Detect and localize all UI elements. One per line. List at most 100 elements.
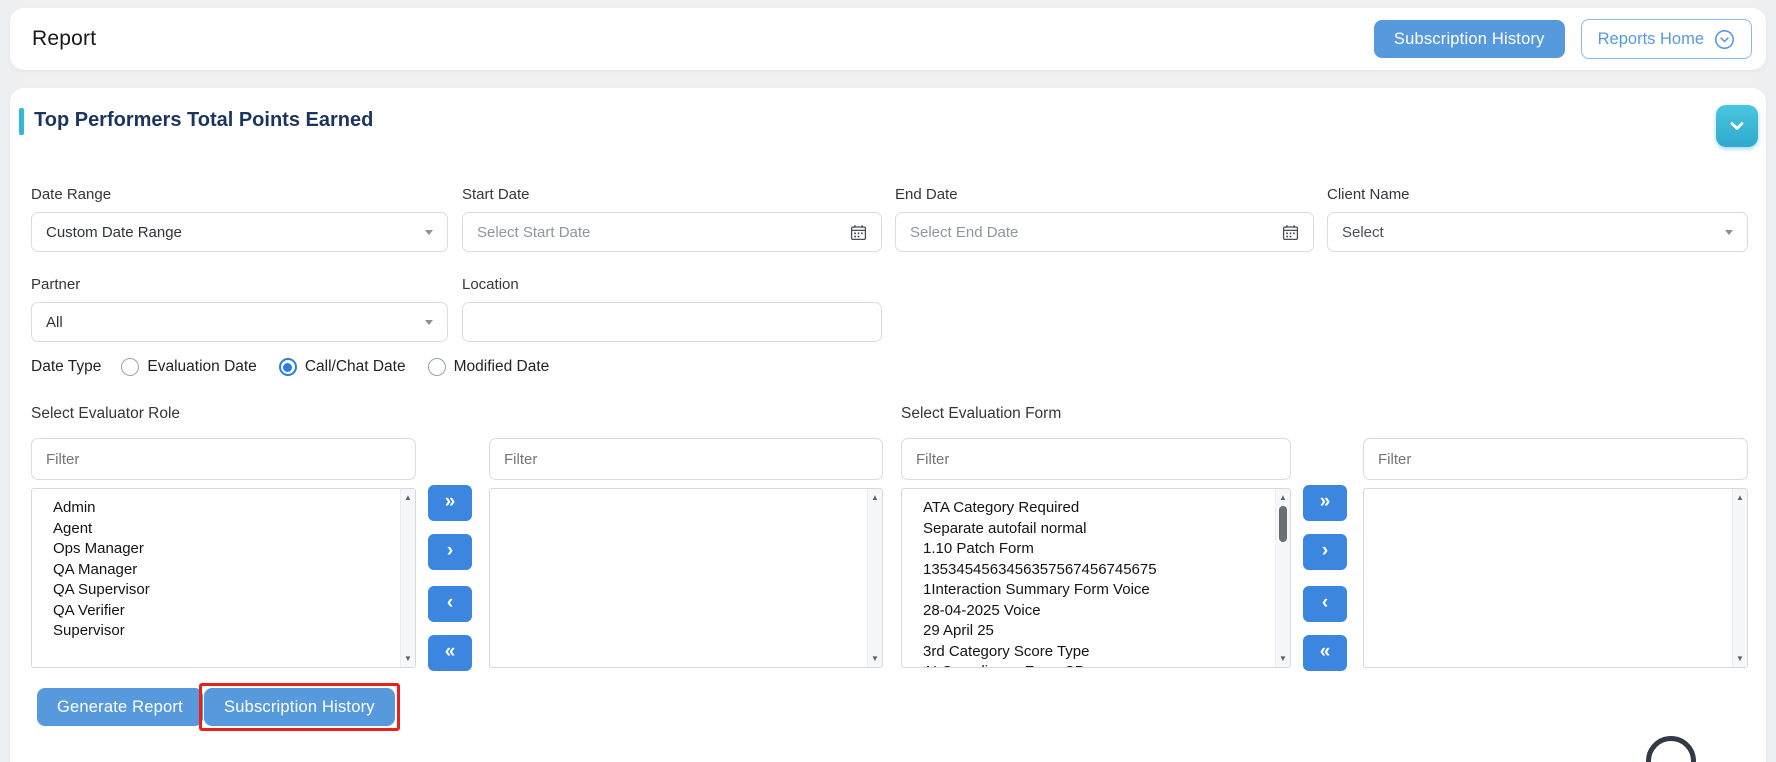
date-type-radio[interactable]: Evaluation Date (121, 358, 256, 376)
date-type-options: Evaluation Date Call/Chat Date Modified … (121, 358, 549, 376)
start-date-input[interactable] (462, 212, 882, 252)
start-date-label: Start Date (462, 186, 530, 203)
generate-report-button[interactable]: Generate Report (37, 688, 203, 726)
list-item[interactable]: Agent (53, 519, 395, 540)
radio-label: Call/Chat Date (305, 358, 406, 376)
scrollbar[interactable]: ▲ ▼ (1275, 489, 1290, 667)
chevron-down-icon (1728, 117, 1746, 135)
transfer-button[interactable]: ‹ (428, 586, 472, 622)
scrollbar-thumb[interactable] (1279, 506, 1287, 542)
location-text-input[interactable] (477, 303, 867, 341)
transfer-button[interactable]: « (1303, 635, 1347, 671)
calendar-icon[interactable] (850, 224, 867, 241)
location-input[interactable] (462, 302, 882, 342)
radio-circle-icon (279, 358, 297, 376)
report-filter-panel: Top Performers Total Points Earned Date … (10, 88, 1766, 762)
radio-circle-icon (428, 358, 446, 376)
transfer-button[interactable]: › (1303, 534, 1347, 570)
scrollbar[interactable]: ▲ ▼ (400, 489, 415, 667)
scrollbar-up-icon[interactable]: ▲ (1276, 493, 1290, 502)
evaluator-role-selected-filter-input[interactable] (489, 438, 883, 480)
list-item[interactable]: ATA Category Required (923, 498, 1270, 519)
collapse-panel-button[interactable] (1716, 105, 1758, 147)
chevron-down-icon (1725, 230, 1733, 235)
date-type-radio[interactable]: Call/Chat Date (279, 358, 406, 376)
radio-circle-icon (121, 358, 139, 376)
partner-select[interactable]: All (31, 302, 448, 342)
evaluator-role-available-list[interactable]: AdminAgentOps ManagerQA ManagerQA Superv… (31, 488, 416, 668)
end-date-label: End Date (895, 186, 958, 203)
evaluation-form-transfer-buttons: » › ‹ « (1303, 485, 1347, 671)
partial-circle-widget[interactable] (1646, 736, 1696, 762)
evaluator-role-filter-input[interactable] (31, 438, 416, 480)
client-name-select[interactable]: Select (1327, 212, 1748, 252)
page-title: Report (32, 27, 96, 51)
evaluation-form-filter-input[interactable] (901, 438, 1291, 480)
scrollbar-down-icon[interactable]: ▼ (401, 654, 415, 663)
end-date-input[interactable] (895, 212, 1314, 252)
scrollbar-up-icon[interactable]: ▲ (1733, 493, 1747, 502)
evaluator-role-transfer-buttons: » › ‹ « (428, 485, 472, 671)
date-type-radio[interactable]: Modified Date (428, 358, 550, 376)
date-type-row: Date Type Evaluation Date Call/Chat Date… (31, 358, 549, 376)
chevron-down-icon (425, 230, 433, 235)
chevron-down-circle-icon (1714, 29, 1735, 50)
chevron-down-icon (425, 320, 433, 325)
list-item[interactable]: 3rd Category Score Type (923, 642, 1270, 663)
list-item[interactable]: Separate autofail normal (923, 519, 1270, 540)
date-range-select[interactable]: Custom Date Range (31, 212, 448, 252)
highlight-red-box: Subscription History (199, 683, 400, 731)
partner-value: All (46, 314, 417, 331)
list-item[interactable]: 1Interaction Summary Form Voice (923, 580, 1270, 601)
transfer-button[interactable]: ‹ (1303, 586, 1347, 622)
radio-label: Evaluation Date (147, 358, 256, 376)
list-item[interactable]: Admin (53, 498, 395, 519)
reports-home-label: Reports Home (1598, 30, 1704, 49)
evaluator-role-selected-list[interactable]: ▲ ▼ (489, 488, 883, 668)
date-range-label: Date Range (31, 186, 111, 203)
evaluator-role-label: Select Evaluator Role (31, 405, 180, 423)
reports-home-button[interactable]: Reports Home (1581, 19, 1752, 59)
list-item[interactable]: Ops Manager (53, 539, 395, 560)
list-item[interactable]: 1.10 Patch Form (923, 539, 1270, 560)
start-date-text-input[interactable] (477, 213, 850, 251)
transfer-button[interactable]: « (428, 635, 472, 671)
evaluation-form-label: Select Evaluation Form (901, 405, 1061, 423)
list-item[interactable]: 1353454563456357567456745675 (923, 560, 1270, 581)
transfer-button[interactable]: » (428, 485, 472, 521)
evaluation-form-selected-list[interactable]: ▲ ▼ (1363, 488, 1748, 668)
list-item[interactable]: QA Supervisor (53, 580, 395, 601)
list-item[interactable]: QA Verifier (53, 601, 395, 622)
client-name-value: Select (1342, 224, 1717, 241)
top-header-bar: Report Subscription History Reports Home (10, 8, 1766, 70)
list-item[interactable]: 29 April 25 (923, 621, 1270, 642)
scrollbar-up-icon[interactable]: ▲ (401, 493, 415, 502)
location-label: Location (462, 276, 519, 293)
scrollbar[interactable]: ▲ ▼ (867, 489, 882, 667)
scrollbar-down-icon[interactable]: ▼ (868, 654, 882, 663)
report-title: Top Performers Total Points Earned (34, 109, 373, 132)
list-item[interactable]: AI Compliance Form CB (923, 662, 1270, 668)
evaluation-form-selected-filter-input[interactable] (1363, 438, 1748, 480)
end-date-text-input[interactable] (910, 213, 1282, 251)
scrollbar-down-icon[interactable]: ▼ (1276, 654, 1290, 663)
calendar-icon[interactable] (1282, 224, 1299, 241)
list-item[interactable]: 28-04-2025 Voice (923, 601, 1270, 622)
date-range-value: Custom Date Range (46, 224, 417, 241)
transfer-button[interactable]: › (428, 534, 472, 570)
radio-label: Modified Date (454, 358, 550, 376)
list-item[interactable]: QA Manager (53, 560, 395, 581)
list-item[interactable]: Supervisor (53, 621, 395, 642)
partner-label: Partner (31, 276, 80, 293)
header-actions: Subscription History Reports Home (1374, 19, 1752, 59)
scrollbar-down-icon[interactable]: ▼ (1733, 654, 1747, 663)
scrollbar[interactable]: ▲ ▼ (1732, 489, 1747, 667)
transfer-button[interactable]: » (1303, 485, 1347, 521)
scrollbar-up-icon[interactable]: ▲ (868, 493, 882, 502)
subscription-history-header-button[interactable]: Subscription History (1374, 20, 1565, 58)
evaluation-form-available-list[interactable]: ATA Category RequiredSeparate autofail n… (901, 488, 1291, 668)
date-type-label: Date Type (31, 358, 101, 376)
subscription-history-button[interactable]: Subscription History (204, 688, 395, 726)
client-name-label: Client Name (1327, 186, 1410, 203)
title-accent-bar (19, 108, 24, 135)
